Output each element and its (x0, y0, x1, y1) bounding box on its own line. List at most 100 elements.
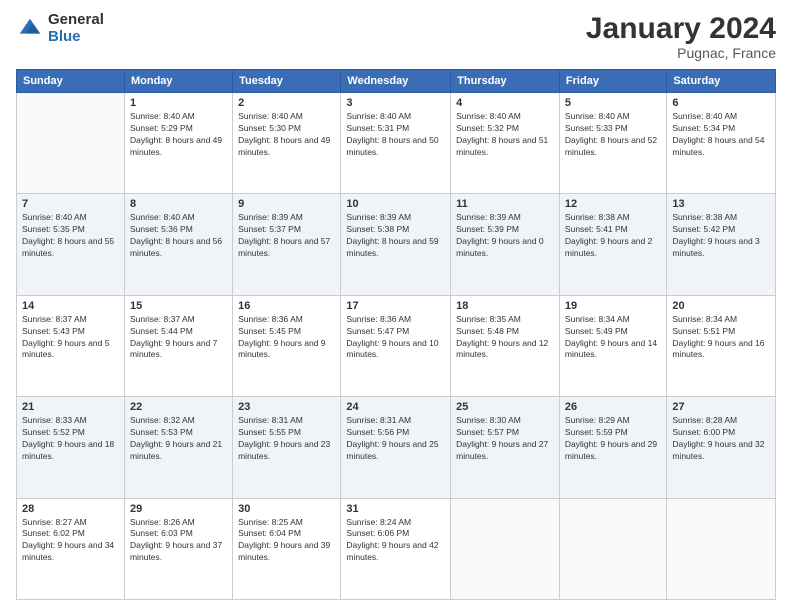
day-number: 12 (565, 198, 661, 210)
day-number: 8 (130, 198, 227, 210)
calendar-cell: 16Sunrise: 8:36 AMSunset: 5:45 PMDayligh… (233, 295, 341, 396)
day-number: 5 (565, 97, 661, 109)
calendar-cell: 11 Sunrise: 8:39 AMSunset: 5:39 PMDayligh… (451, 194, 560, 295)
calendar-cell (17, 93, 125, 194)
calendar-cell: 8 Sunrise: 8:40 AMSunset: 5:36 PMDaylight… (124, 194, 232, 295)
day-info: Sunrise: 8:25 AMSunset: 6:04 PMDaylight:… (238, 517, 335, 565)
month-title: January 2024 (586, 12, 776, 45)
calendar-cell: 12 Sunrise: 8:38 AMSunset: 5:41 PMDayligh… (559, 194, 666, 295)
weekday-header-thursday: Thursday (451, 70, 560, 93)
day-number: 30 (238, 503, 335, 515)
calendar-cell: 28 Sunrise: 8:27 AMSunset: 6:02 PMDayligh… (17, 498, 125, 599)
day-number: 23 (238, 401, 335, 413)
day-number: 9 (238, 198, 335, 210)
calendar-cell: 4Sunrise: 8:40 AMSunset: 5:32 PMDaylight… (451, 93, 560, 194)
day-number: 20 (672, 300, 770, 312)
day-info: Sunrise: 8:26 AMSunset: 6:03 PMDaylight:… (130, 517, 227, 565)
day-number: 26 (565, 401, 661, 413)
calendar-cell: 23 Sunrise: 8:31 AMSunset: 5:55 PMDayligh… (233, 397, 341, 498)
calendar-cell: 20 Sunrise: 8:34 AMSunset: 5:51 PMDayligh… (667, 295, 776, 396)
calendar-cell: 25 Sunrise: 8:30 AMSunset: 5:57 PMDayligh… (451, 397, 560, 498)
weekday-header-monday: Monday (124, 70, 232, 93)
day-number: 10 (346, 198, 445, 210)
day-number: 27 (672, 401, 770, 413)
day-info: Sunrise: 8:29 AMSunset: 5:59 PMDaylight:… (565, 415, 661, 463)
calendar-cell: 17Sunrise: 8:36 AMSunset: 5:47 PMDayligh… (341, 295, 451, 396)
logo-blue-text: Blue (48, 29, 104, 46)
calendar-cell: 30 Sunrise: 8:25 AMSunset: 6:04 PMDayligh… (233, 498, 341, 599)
day-info: Sunrise: 8:28 AMSunset: 6:00 PMDaylight:… (672, 415, 770, 463)
calendar-cell: 26 Sunrise: 8:29 AMSunset: 5:59 PMDayligh… (559, 397, 666, 498)
day-info: Sunrise: 8:34 AMSunset: 5:51 PMDaylight:… (672, 314, 770, 362)
day-info: Sunrise: 8:39 AMSunset: 5:39 PMDaylight:… (456, 212, 554, 260)
day-number: 7 (22, 198, 119, 210)
day-info: Sunrise: 8:39 AMSunset: 5:38 PMDaylight:… (346, 212, 445, 260)
day-number: 28 (22, 503, 119, 515)
calendar-cell: 15 Sunrise: 8:37 AMSunset: 5:44 PMDayligh… (124, 295, 232, 396)
calendar-cell: 9 Sunrise: 8:39 AMSunset: 5:37 PMDaylight… (233, 194, 341, 295)
calendar-cell: 21Sunrise: 8:33 AMSunset: 5:52 PMDayligh… (17, 397, 125, 498)
day-info: Sunrise: 8:38 AMSunset: 5:41 PMDaylight:… (565, 212, 661, 260)
day-info: Sunrise: 8:35 AMSunset: 5:48 PMDaylight:… (456, 314, 554, 362)
day-number: 6 (672, 97, 770, 109)
title-block: January 2024 Pugnac, France (586, 12, 776, 61)
day-info: Sunrise: 8:34 AMSunset: 5:49 PMDaylight:… (565, 314, 661, 362)
page: General Blue January 2024 Pugnac, France… (0, 0, 792, 612)
day-number: 31 (346, 503, 445, 515)
day-number: 2 (238, 97, 335, 109)
week-row-2: 14Sunrise: 8:37 AMSunset: 5:43 PMDayligh… (17, 295, 776, 396)
calendar-cell (451, 498, 560, 599)
week-row-4: 28 Sunrise: 8:27 AMSunset: 6:02 PMDayligh… (17, 498, 776, 599)
calendar-cell: 7 Sunrise: 8:40 AMSunset: 5:35 PMDaylight… (17, 194, 125, 295)
weekday-header-saturday: Saturday (667, 70, 776, 93)
day-info: Sunrise: 8:40 AMSunset: 5:33 PMDaylight:… (565, 111, 661, 159)
calendar-table: SundayMondayTuesdayWednesdayThursdayFrid… (16, 69, 776, 600)
day-info: Sunrise: 8:38 AMSunset: 5:42 PMDaylight:… (672, 212, 770, 260)
day-number: 21 (22, 401, 119, 413)
day-info: Sunrise: 8:37 AMSunset: 5:43 PMDaylight:… (22, 314, 119, 362)
day-info: Sunrise: 8:37 AMSunset: 5:44 PMDaylight:… (130, 314, 227, 362)
day-info: Sunrise: 8:27 AMSunset: 6:02 PMDaylight:… (22, 517, 119, 565)
calendar-cell: 31Sunrise: 8:24 AMSunset: 6:06 PMDayligh… (341, 498, 451, 599)
calendar-cell: 6 Sunrise: 8:40 AMSunset: 5:34 PMDaylight… (667, 93, 776, 194)
calendar-cell (667, 498, 776, 599)
day-info: Sunrise: 8:36 AMSunset: 5:45 PMDaylight:… (238, 314, 335, 362)
day-info: Sunrise: 8:40 AMSunset: 5:35 PMDaylight:… (22, 212, 119, 260)
day-info: Sunrise: 8:40 AMSunset: 5:36 PMDaylight:… (130, 212, 227, 260)
day-info: Sunrise: 8:40 AMSunset: 5:34 PMDaylight:… (672, 111, 770, 159)
calendar-cell: 18Sunrise: 8:35 AMSunset: 5:48 PMDayligh… (451, 295, 560, 396)
logo-icon (16, 15, 44, 43)
calendar-cell: 19 Sunrise: 8:34 AMSunset: 5:49 PMDayligh… (559, 295, 666, 396)
day-info: Sunrise: 8:30 AMSunset: 5:57 PMDaylight:… (456, 415, 554, 463)
day-number: 22 (130, 401, 227, 413)
calendar-cell: 29 Sunrise: 8:26 AMSunset: 6:03 PMDayligh… (124, 498, 232, 599)
day-number: 15 (130, 300, 227, 312)
day-number: 17 (346, 300, 445, 312)
week-row-0: 1Sunrise: 8:40 AMSunset: 5:29 PMDaylight… (17, 93, 776, 194)
logo: General Blue (16, 12, 104, 45)
calendar-cell: 22Sunrise: 8:32 AMSunset: 5:53 PMDayligh… (124, 397, 232, 498)
day-info: Sunrise: 8:31 AMSunset: 5:56 PMDaylight:… (346, 415, 445, 463)
weekday-header-tuesday: Tuesday (233, 70, 341, 93)
logo-text: General Blue (48, 12, 104, 45)
week-row-1: 7 Sunrise: 8:40 AMSunset: 5:35 PMDaylight… (17, 194, 776, 295)
day-number: 11 (456, 198, 554, 210)
day-number: 13 (672, 198, 770, 210)
week-row-3: 21Sunrise: 8:33 AMSunset: 5:52 PMDayligh… (17, 397, 776, 498)
day-info: Sunrise: 8:31 AMSunset: 5:55 PMDaylight:… (238, 415, 335, 463)
day-number: 19 (565, 300, 661, 312)
calendar-cell: 14Sunrise: 8:37 AMSunset: 5:43 PMDayligh… (17, 295, 125, 396)
calendar-cell: 3 Sunrise: 8:40 AMSunset: 5:31 PMDaylight… (341, 93, 451, 194)
day-number: 4 (456, 97, 554, 109)
calendar-cell: 27 Sunrise: 8:28 AMSunset: 6:00 PMDayligh… (667, 397, 776, 498)
calendar-cell: 10 Sunrise: 8:39 AMSunset: 5:38 PMDayligh… (341, 194, 451, 295)
weekday-header-row: SundayMondayTuesdayWednesdayThursdayFrid… (17, 70, 776, 93)
day-number: 3 (346, 97, 445, 109)
day-info: Sunrise: 8:39 AMSunset: 5:37 PMDaylight:… (238, 212, 335, 260)
day-number: 25 (456, 401, 554, 413)
calendar-cell: 5 Sunrise: 8:40 AMSunset: 5:33 PMDaylight… (559, 93, 666, 194)
weekday-header-wednesday: Wednesday (341, 70, 451, 93)
day-number: 29 (130, 503, 227, 515)
day-info: Sunrise: 8:40 AMSunset: 5:31 PMDaylight:… (346, 111, 445, 159)
weekday-header-sunday: Sunday (17, 70, 125, 93)
